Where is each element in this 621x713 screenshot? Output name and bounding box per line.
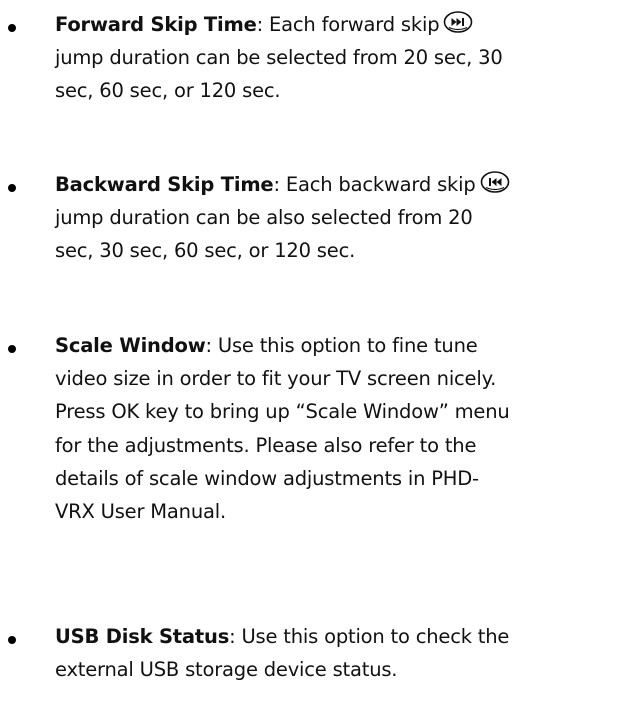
term-usb-disk-status: USB Disk Status (55, 625, 230, 648)
item-line: details of scale window adjustments in P… (55, 466, 479, 490)
item-first-line: Forward Skip Time: Each forward skip (55, 8, 611, 41)
item-intro-text: : Use this option to check the (229, 625, 510, 648)
bullet-dot (8, 184, 16, 192)
list-item-text: Scale Window: Use this option to fine tu… (55, 329, 611, 528)
item-line: VRX User Manual. (55, 500, 226, 524)
item-line: external USB storage device status. (55, 658, 398, 682)
item-first-line: USB Disk Status: Use this option to chec… (55, 620, 611, 653)
item-line: for the adjustments. Please also refer t… (55, 433, 477, 457)
bullet-dot (8, 24, 16, 32)
item-intro-text: : Each backward skip (273, 173, 476, 196)
item-intro-text: : Each forward skip (256, 13, 440, 36)
forward-skip-icon (444, 11, 473, 33)
item-line: jump duration can be selected from 20 se… (55, 46, 503, 70)
item-intro-text: : Use this option to fine tune (205, 334, 478, 357)
item-line: Press OK key to bring up “Scale Window” … (55, 400, 510, 424)
item-line: sec, 30 sec, 60 sec, or 120 sec. (55, 239, 356, 263)
item-line: sec, 60 sec, or 120 sec. (55, 79, 281, 103)
item-line: video size in order to fit your TV scree… (55, 367, 497, 391)
item-line: jump duration can be also selected from … (55, 206, 473, 230)
term-scale-window: Scale Window (55, 334, 206, 357)
bullet-dot (8, 636, 16, 644)
list-item-text: USB Disk Status: Use this option to chec… (55, 620, 611, 686)
document-page: Forward Skip Time: Each forward skip jum… (0, 0, 621, 713)
item-first-line: Scale Window: Use this option to fine tu… (55, 329, 611, 362)
list-item-text: Forward Skip Time: Each forward skip jum… (55, 8, 611, 108)
term-forward-skip-time: Forward Skip Time (55, 13, 257, 36)
list-item-text: Backward Skip Time: Each backward skip j… (55, 168, 611, 268)
backward-skip-icon (480, 171, 509, 193)
item-first-line: Backward Skip Time: Each backward skip (55, 168, 611, 201)
bullet-dot (8, 345, 16, 353)
term-backward-skip-time: Backward Skip Time (55, 173, 274, 196)
